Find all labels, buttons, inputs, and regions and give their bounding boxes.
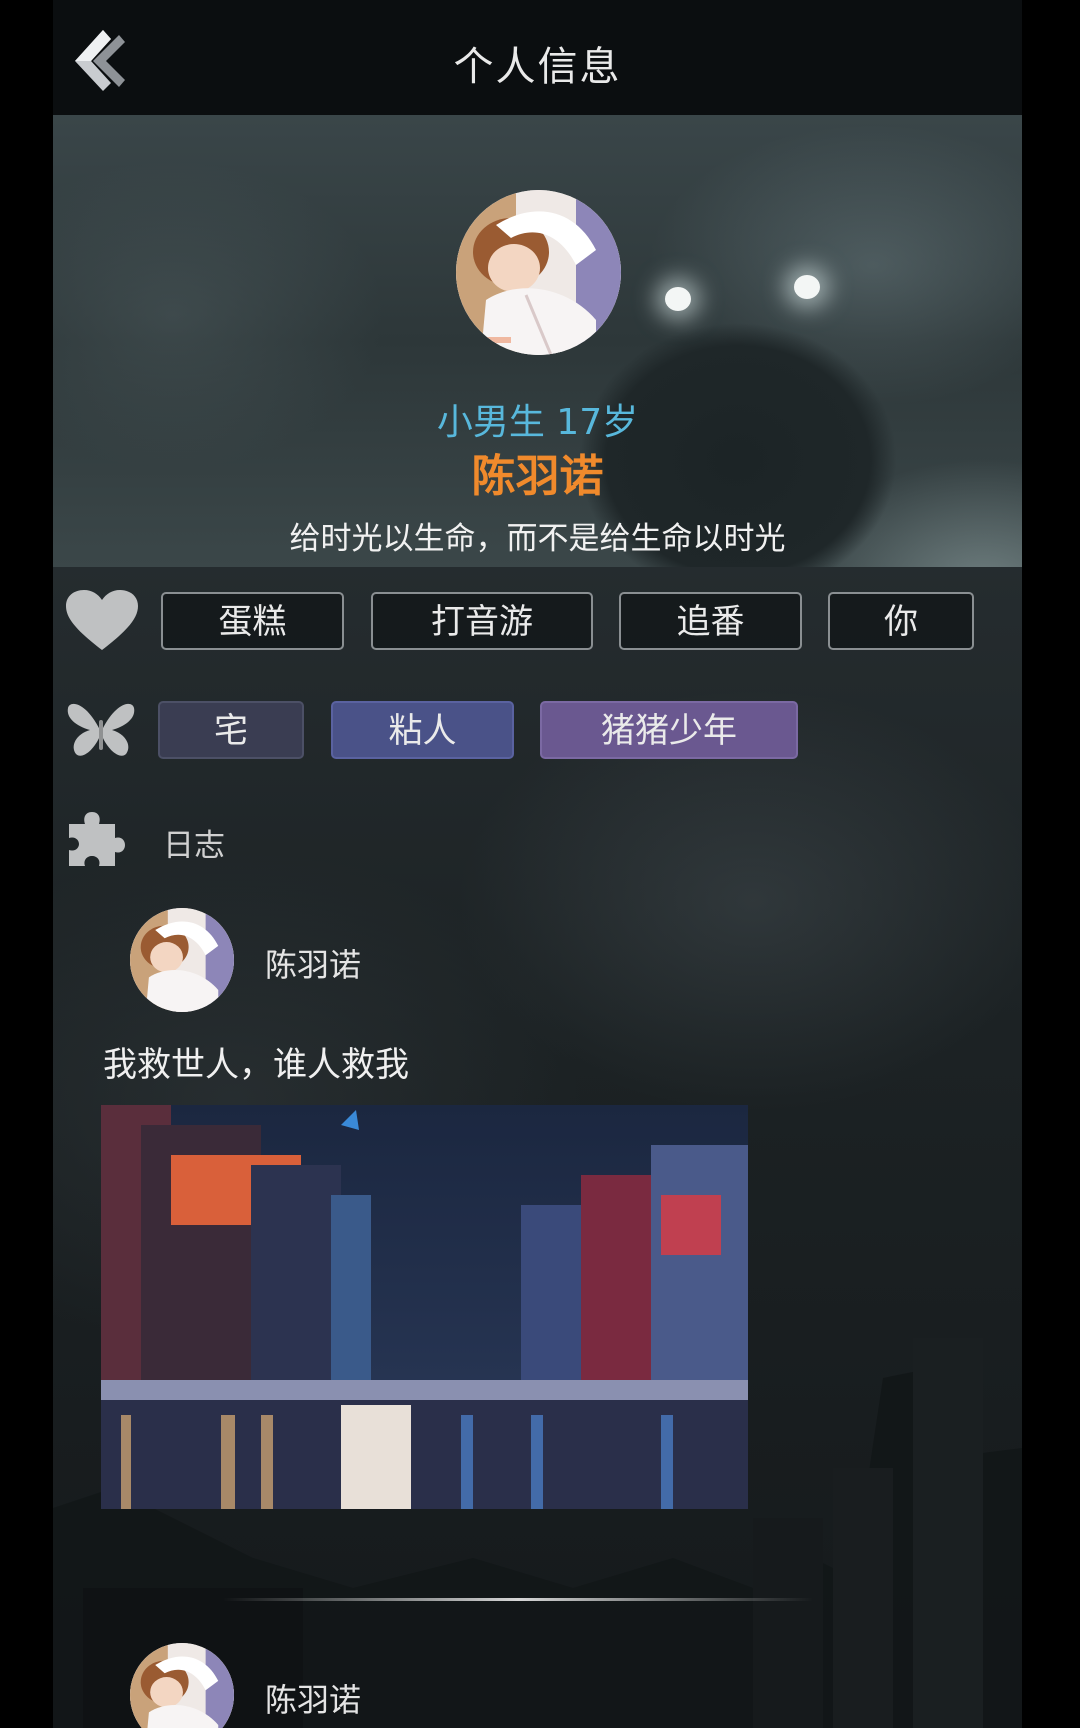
trait-tag[interactable]: 宅 xyxy=(158,701,304,759)
banner-eye-right xyxy=(794,275,820,299)
gender-age-label: 小男生 17岁 xyxy=(436,402,639,443)
butterfly-icon xyxy=(67,703,135,756)
avatar-illustration xyxy=(130,908,234,1012)
rainy-city-image xyxy=(101,1105,748,1509)
page-title: 个人信息 xyxy=(453,44,622,90)
top-bar: 个人信息 xyxy=(53,0,1022,115)
banner-eye-left xyxy=(665,287,691,311)
post-author-avatar[interactable] xyxy=(130,908,234,1012)
trait-tag[interactable]: 粘人 xyxy=(331,701,514,759)
post-author-name[interactable]: 陈羽诺 xyxy=(265,1675,361,1721)
trait-tag[interactable]: 猪猪少年 xyxy=(540,701,798,759)
profile-banner: 小男生 17岁 陈羽诺 给时光以生命，而不是给生命以时光 xyxy=(53,115,1022,567)
post-divider xyxy=(223,1598,813,1601)
heart-icon xyxy=(66,590,138,650)
post-image[interactable] xyxy=(101,1105,748,1509)
log-section-label: 日志 xyxy=(163,828,225,864)
puzzle-icon xyxy=(69,812,125,866)
profile-avatar[interactable] xyxy=(456,190,621,355)
profile-motto: 给时光以生命，而不是给生命以时光 xyxy=(289,521,786,557)
hobby-tag[interactable]: 追番 xyxy=(619,592,802,650)
avatar-illustration xyxy=(456,190,621,355)
hobby-tag[interactable]: 你 xyxy=(828,592,974,650)
post-author-name[interactable]: 陈羽诺 xyxy=(265,940,361,986)
profile-screen: 个人信息 小男生 17岁 陈羽诺 给时光以生命，而不是给生命以时光 蛋糕 打音游… xyxy=(53,0,1022,1728)
hobby-tag[interactable]: 蛋糕 xyxy=(161,592,344,650)
post-text: 我救世人，谁人救我 xyxy=(103,1045,409,1085)
profile-name: 陈羽诺 xyxy=(471,451,604,502)
hobby-tag[interactable]: 打音游 xyxy=(371,592,593,650)
